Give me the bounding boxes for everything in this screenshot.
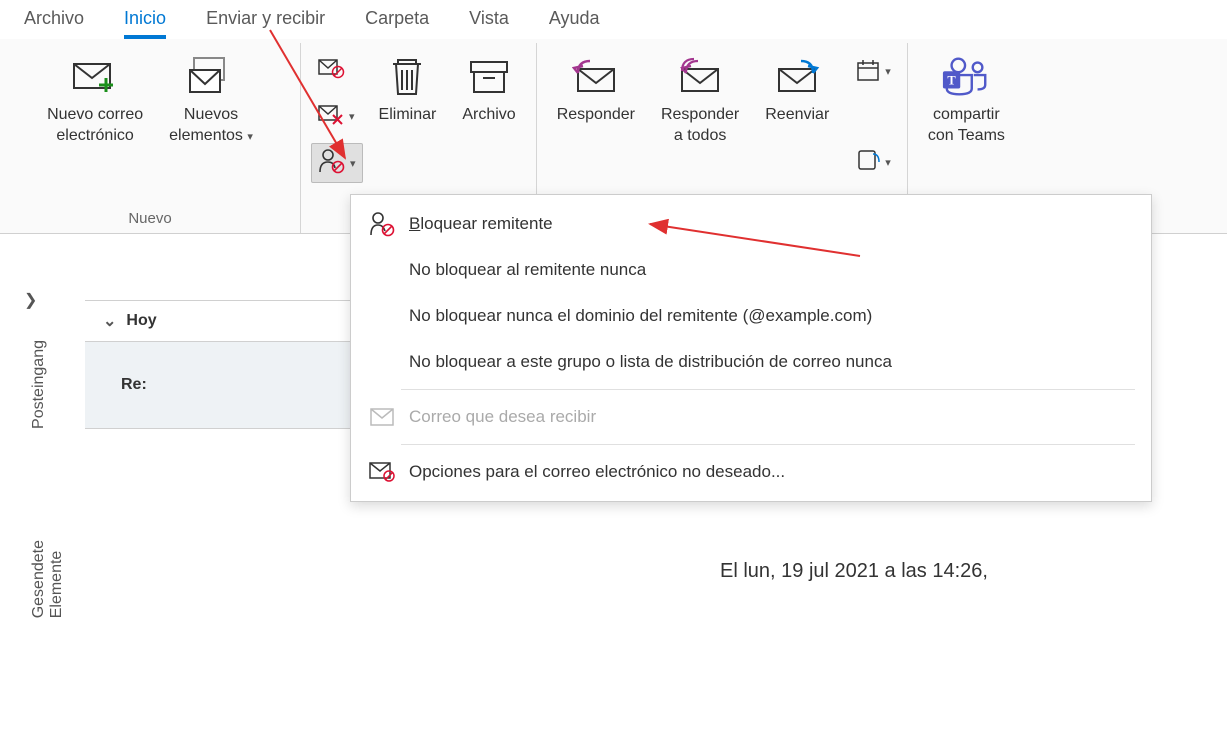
forward-button[interactable]: Reenviar	[755, 47, 839, 130]
tab-enviar-recibir[interactable]: Enviar y recibir	[206, 8, 325, 39]
tab-carpeta[interactable]: Carpeta	[365, 8, 429, 39]
junk-person-icon	[318, 148, 346, 178]
mail-icon	[369, 404, 395, 430]
menu-never-block-group[interactable]: No bloquear a este grupo o lista de dist…	[351, 339, 1151, 385]
delete-button[interactable]: Eliminar	[369, 47, 447, 130]
junk-dropdown-menu: Bloquear remitente No bloquear al remite…	[350, 194, 1152, 502]
meeting-reply-button[interactable]: ▾	[849, 53, 897, 91]
expand-folder-pane-button[interactable]: ❯	[24, 290, 37, 310]
device-icon	[855, 148, 881, 176]
ignore-icon	[317, 57, 345, 83]
menu-block-sender-label: loquear remitente	[420, 214, 552, 233]
chevron-down-icon: ▾	[247, 131, 253, 143]
date-group-today[interactable]: ⌄ Hoy	[85, 300, 357, 342]
reply-icon	[571, 51, 621, 101]
send-to-device-button[interactable]: ▾	[849, 143, 897, 181]
junk-dropdown-button[interactable]: ▾	[311, 143, 363, 183]
menu-never-block-group-label: No bloquear a este grupo o lista de dist…	[409, 352, 892, 372]
ribbon-group-nuevo: Nuevo correo electrónico Nuevos elemento…	[0, 43, 301, 233]
block-sender-icon	[369, 211, 395, 237]
tab-vista[interactable]: Vista	[469, 8, 509, 39]
svg-text:T: T	[948, 74, 957, 88]
folder-inbox[interactable]: Posteingang	[30, 340, 48, 429]
menu-not-junk: Correo que desea recibir	[351, 394, 1151, 440]
menu-not-junk-label: Correo que desea recibir	[409, 407, 596, 427]
new-items-button[interactable]: Nuevos elementos ▾	[159, 47, 263, 151]
cleanup-button[interactable]: ▾	[311, 97, 363, 135]
menu-junk-options[interactable]: Opciones para el correo electrónico no d…	[351, 449, 1151, 495]
reply-all-icon	[675, 51, 725, 101]
ribbon-tabs: Archivo Inicio Enviar y recibir Carpeta …	[0, 0, 1227, 39]
delete-stack: ▾ ▾	[311, 47, 363, 187]
menu-never-block-sender-label: No bloquear al remitente nunca	[409, 260, 646, 280]
new-mail-button[interactable]: Nuevo correo electrónico	[37, 47, 153, 151]
menu-never-block-domain[interactable]: No bloquear nunca el dominio del remiten…	[351, 293, 1151, 339]
reading-pane-timestamp: El lun, 19 jul 2021 a las 14:26,	[720, 560, 988, 583]
junk-options-icon	[369, 459, 395, 485]
chevron-down-icon: ▾	[885, 65, 891, 78]
teams-icon: T	[941, 51, 991, 101]
archive-icon	[464, 51, 514, 101]
menu-never-block-domain-label: No bloquear nunca el dominio del remiten…	[409, 306, 872, 326]
message-item[interactable]: Re:	[85, 342, 357, 429]
chevron-down-icon: ⌄	[103, 311, 116, 331]
respond-extra-stack: ▾ ▾	[849, 47, 897, 187]
tab-ayuda[interactable]: Ayuda	[549, 8, 600, 39]
message-list: ⌄ Hoy Re:	[85, 240, 357, 429]
new-items-icon	[186, 51, 236, 101]
reply-button[interactable]: Responder	[547, 47, 645, 130]
folder-sent[interactable]: Gesendete Elemente	[30, 540, 66, 618]
share-teams-button[interactable]: T compartir con Teams	[918, 47, 1015, 151]
new-mail-icon	[70, 51, 120, 101]
menu-junk-options-label: Opciones para el correo electrónico no d…	[409, 462, 785, 482]
menu-separator	[401, 389, 1135, 390]
archive-button[interactable]: Archivo	[452, 47, 525, 130]
ignore-button[interactable]	[311, 51, 363, 89]
trash-icon	[382, 51, 432, 101]
message-subject: Re:	[121, 376, 339, 394]
tab-inicio[interactable]: Inicio	[124, 8, 166, 39]
chevron-down-icon: ▾	[349, 110, 355, 123]
cleanup-icon	[317, 103, 345, 129]
menu-never-block-sender[interactable]: No bloquear al remitente nunca	[351, 247, 1151, 293]
reply-all-button[interactable]: Responder a todos	[651, 47, 749, 151]
menu-separator	[401, 444, 1135, 445]
menu-block-sender[interactable]: Bloquear remitente	[351, 201, 1151, 247]
tab-archivo[interactable]: Archivo	[24, 8, 84, 39]
ribbon-group-label-nuevo: Nuevo	[128, 210, 171, 227]
calendar-icon	[855, 58, 881, 86]
forward-icon	[772, 51, 822, 101]
chevron-down-icon: ▾	[885, 156, 891, 169]
chevron-down-icon: ▾	[350, 157, 356, 170]
